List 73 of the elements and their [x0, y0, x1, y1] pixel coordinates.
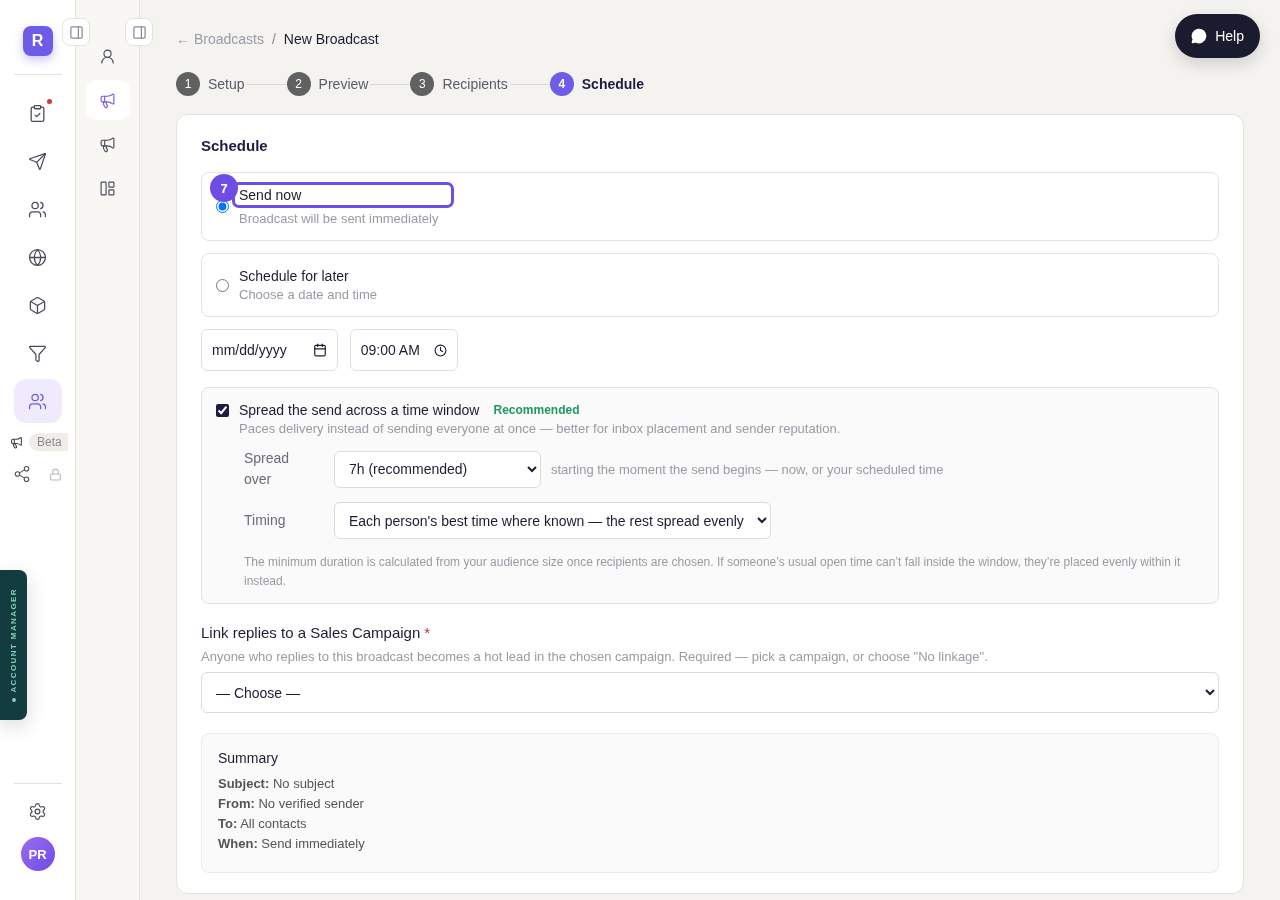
panel-icon: [68, 24, 84, 40]
filter-icon: [28, 343, 47, 363]
campaign-select[interactable]: — Choose —: [201, 672, 1219, 714]
layout-icon: [99, 179, 116, 197]
globe-icon: [28, 247, 47, 267]
duration-select[interactable]: 7h (recommended): [334, 450, 541, 488]
nav-item[interactable]: [13, 379, 62, 423]
sidebar-toggle-button[interactable]: [125, 18, 153, 46]
megaphone-icon: [99, 91, 116, 109]
field-hint: starting the moment the send begins — now, or your scheduled time: [551, 461, 944, 477]
summary-line: Subject: No subject: [218, 776, 336, 792]
timing-select[interactable]: Each person's best time where known — the rest spread evenly: [334, 502, 771, 539]
beta-badge: Beta: [29, 433, 68, 451]
step-number: 3: [410, 72, 435, 96]
people-icon: [28, 391, 47, 411]
step-number: 2: [286, 72, 311, 96]
wizard-step[interactable]: 1 Setup: [176, 72, 245, 96]
wizard-step[interactable]: 3 Recipients: [410, 72, 508, 96]
wizard-step[interactable]: 4 Schedule: [549, 72, 644, 96]
logo[interactable]: R: [22, 26, 53, 56]
settings-icon[interactable]: [28, 802, 47, 821]
cube-icon: [28, 295, 47, 315]
date-placeholder: mm/dd/yyyy: [212, 342, 287, 358]
schedule-option[interactable]: Send now Broadcast will be sent immediately 7: [201, 172, 1219, 241]
account-manager-tab[interactable]: ACCOUNT MANAGER: [0, 570, 27, 720]
field-label: Spread over: [244, 449, 291, 489]
recommended-tag: Recommended: [493, 403, 580, 417]
step-number: 1: [176, 72, 200, 96]
field-description: Anyone who replies to this broadcast becomes a hot lead in the chosen campaign. Required — pick a campaign, or choose "No linkage".: [201, 649, 989, 665]
annotation-badge: 7: [210, 174, 238, 202]
chat-icon: [1191, 28, 1208, 44]
calendar-icon: [312, 343, 327, 357]
option-title: Spread the send across a time window: [239, 402, 480, 418]
required-marker: *: [424, 624, 431, 642]
share-icon[interactable]: [13, 465, 31, 483]
breadcrumb-current: New Broadcast: [283, 31, 379, 47]
send-icon: [28, 151, 47, 171]
help-note: The minimum duration is calculated from your audience size once recipients are chosen. If someone’s usual open time can’t fall inside the window, they’re placed evenly within it instead.: [244, 554, 1182, 591]
summary-title: Summary: [218, 750, 279, 767]
summary-line: To: All contacts: [218, 816, 308, 832]
wizard-step[interactable]: 2 Preview: [286, 72, 369, 96]
time-field[interactable]: 09:00 AM: [349, 329, 458, 371]
option-title: Schedule for later: [239, 268, 350, 284]
option-description: Broadcast will be sent immediately: [239, 211, 440, 226]
summary-line: When: Send immediately: [218, 836, 366, 852]
megaphone-icon[interactable]: [10, 435, 23, 449]
status-dot: [11, 698, 16, 703]
user-avatar[interactable]: PR: [20, 837, 55, 871]
clock-icon: [433, 343, 447, 357]
schedule-option[interactable]: Schedule for later Choose a date and time: [201, 253, 1219, 317]
field-label: Timing: [244, 511, 287, 530]
breadcrumb-separator: /: [271, 31, 276, 47]
summary-line: From: No verified sender: [218, 796, 365, 812]
date-field[interactable]: mm/dd/yyyy: [201, 329, 338, 371]
subnav-item[interactable]: [85, 80, 130, 120]
panel-icon: [131, 24, 147, 40]
checkbox[interactable]: [216, 403, 229, 417]
person-icon: [99, 47, 116, 65]
section-title: Schedule: [201, 137, 269, 154]
step-number: 4: [549, 72, 574, 96]
help-button[interactable]: Help: [1175, 14, 1260, 58]
option-description: Choose a date and time: [239, 287, 378, 302]
radio-button[interactable]: [216, 200, 229, 213]
megaphone-icon: [99, 135, 116, 153]
field-label: Link replies to a Sales Campaign: [201, 624, 421, 642]
clipboard-icon: [28, 103, 47, 123]
sidebar-toggle-button[interactable]: [62, 18, 90, 46]
time-value: 09:00 AM: [360, 342, 420, 358]
lock-icon: [49, 467, 62, 481]
radio-button[interactable]: [216, 278, 229, 292]
option-title: Send now: [232, 182, 454, 208]
option-description: Paces delivery instead of sending everyone at once — better for inbox placement and sender reputation.: [239, 421, 842, 436]
people-icon: [28, 199, 47, 219]
